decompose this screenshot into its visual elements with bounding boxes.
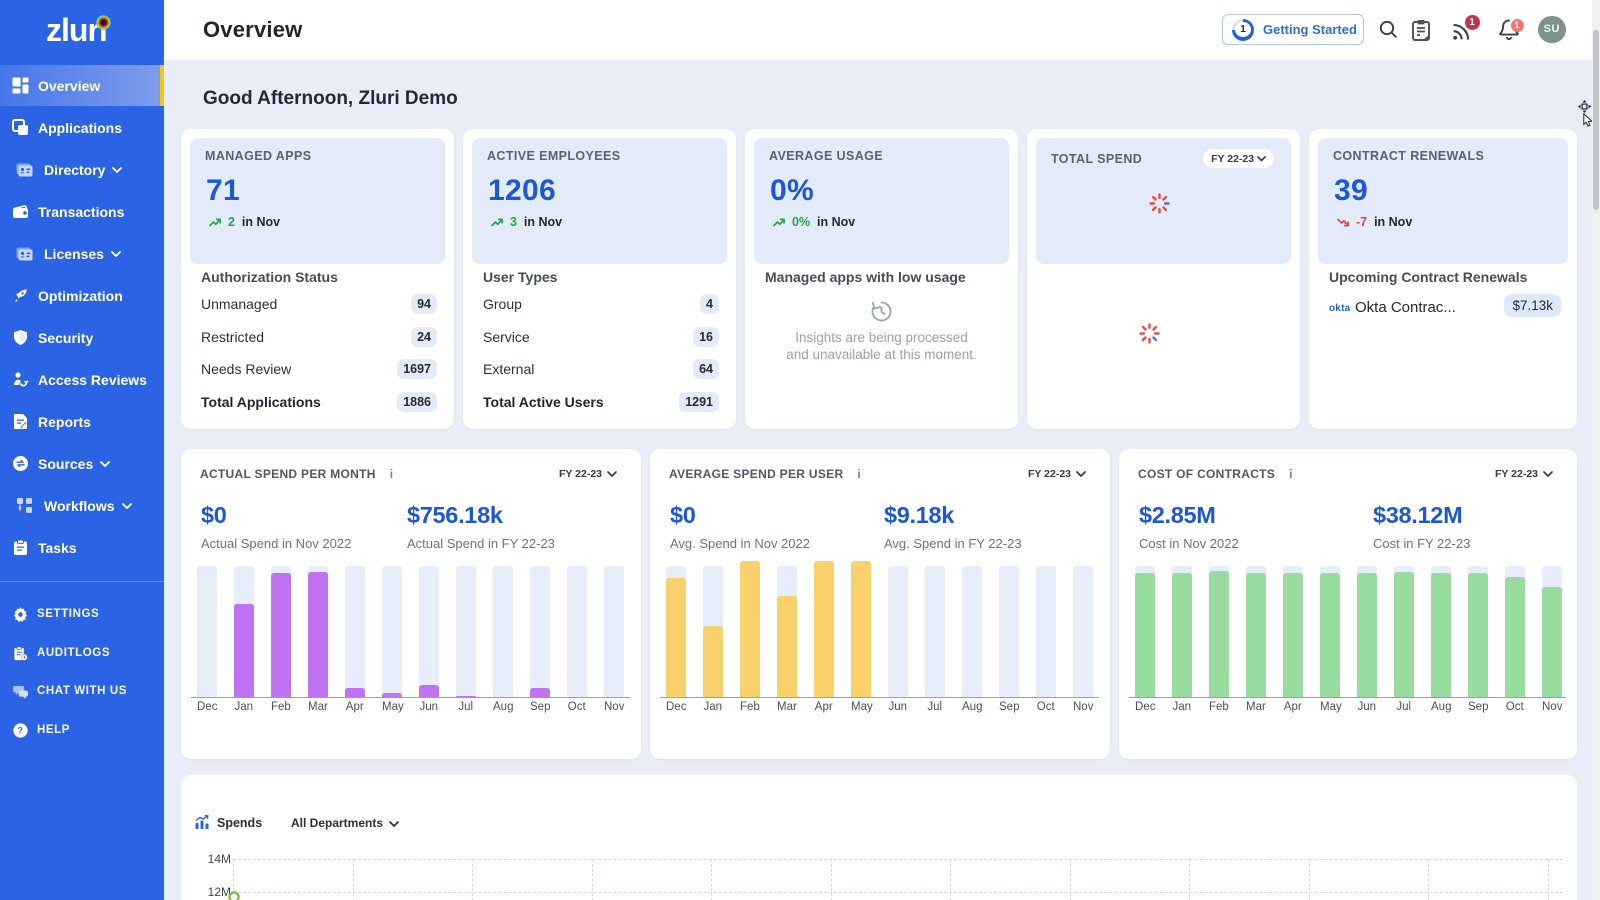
svg-text:?: ?: [18, 725, 24, 735]
